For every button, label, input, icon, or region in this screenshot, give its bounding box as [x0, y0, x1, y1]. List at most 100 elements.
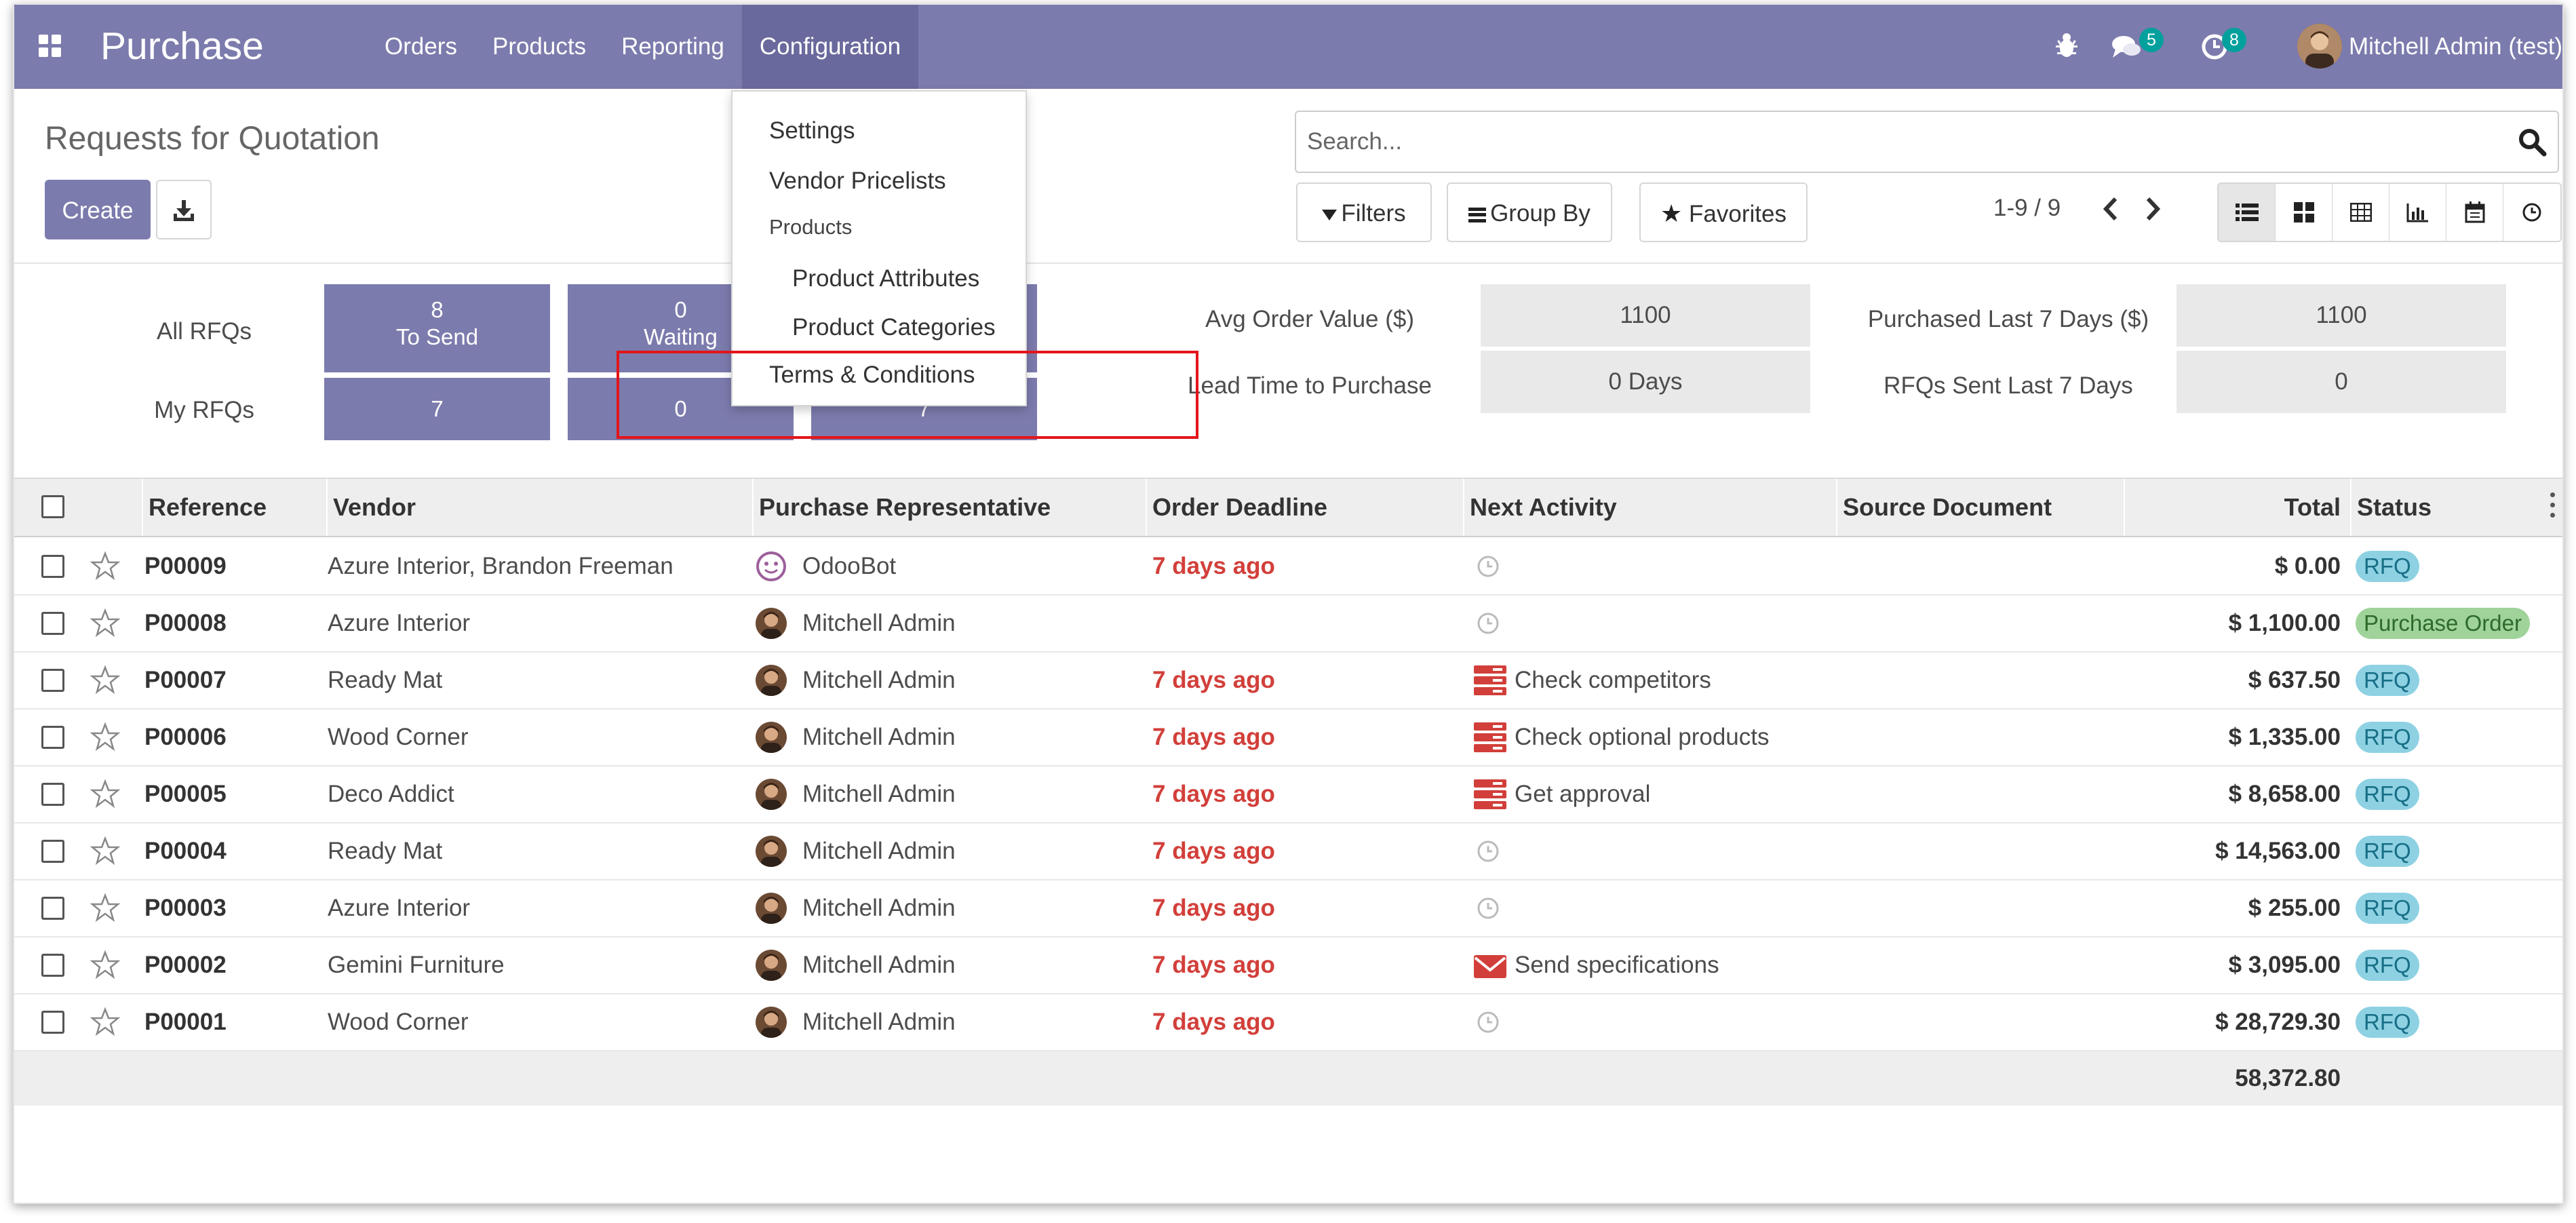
select-all-checkbox[interactable]: [41, 495, 64, 518]
row-checkbox[interactable]: [41, 840, 64, 863]
table-row[interactable]: P00006 Wood Corner Mitchell Admin 7 days ag…: [14, 710, 2562, 766]
filters-button[interactable]: Filters: [1296, 182, 1432, 242]
row-checkbox[interactable]: [41, 612, 64, 635]
col-status[interactable]: Status: [2350, 479, 2554, 536]
grand-total: 58,372.80: [2235, 1065, 2341, 1091]
star-outline-icon[interactable]: [90, 836, 121, 866]
download-button[interactable]: [156, 180, 212, 239]
user-avatar-icon: [756, 893, 787, 924]
star-outline-icon[interactable]: [90, 779, 121, 809]
pager-previous-icon[interactable]: [2096, 192, 2126, 226]
col-reference[interactable]: Reference: [142, 479, 326, 536]
envelope-icon[interactable]: [1474, 952, 1506, 982]
main-menu: Orders Products Reporting Configuration: [367, 5, 919, 89]
activity-view-button[interactable]: [2503, 184, 2560, 241]
table-row[interactable]: P00004 Ready Mat Mitchell Admin 7 days ago $…: [14, 823, 2562, 880]
table-row[interactable]: P00005 Deco Addict Mitchell Admin 7 days ag…: [14, 766, 2562, 823]
star-outline-icon[interactable]: [90, 893, 121, 923]
user-avatar[interactable]: [2297, 24, 2342, 69]
status-badge: RFQ: [2356, 722, 2419, 753]
column-options-icon[interactable]: [2550, 492, 2557, 522]
menu-orders[interactable]: Orders: [367, 5, 475, 89]
table-row[interactable]: P00003 Azure Interior Mitchell Admin 7 days…: [14, 880, 2562, 937]
row-checkbox[interactable]: [41, 726, 64, 749]
create-button[interactable]: Create: [45, 180, 151, 239]
app-switcher-icon[interactable]: [39, 35, 62, 58]
pager-value[interactable]: 1-9 / 9: [1993, 195, 2061, 222]
breadcrumb: Requests for Quotation: [45, 121, 380, 157]
cell-order-deadline: 7 days ago: [1152, 553, 1275, 579]
tile-my-to-send[interactable]: 7: [324, 378, 550, 440]
server-icon[interactable]: [1474, 665, 1506, 695]
menu-product-attributes[interactable]: Product Attributes: [792, 265, 979, 292]
menu-reporting[interactable]: Reporting: [604, 5, 742, 89]
pivot-view-button[interactable]: [2333, 184, 2389, 241]
cell-next-activity[interactable]: Send specifications: [1515, 937, 1719, 993]
pager-next-icon[interactable]: [2137, 192, 2167, 226]
calendar-icon: [2465, 201, 2484, 223]
star-outline-icon[interactable]: [90, 551, 121, 581]
user-avatar-icon: [756, 665, 787, 696]
server-icon[interactable]: [1474, 779, 1506, 809]
cell-vendor: Azure Interior: [328, 610, 471, 636]
cell-vendor: Wood Corner: [328, 1009, 469, 1035]
menu-products[interactable]: Products: [475, 5, 604, 89]
col-next-activity[interactable]: Next Activity: [1463, 479, 1836, 536]
control-panel-divider: [14, 263, 2562, 264]
calendar-view-button[interactable]: [2446, 184, 2503, 241]
star-outline-icon[interactable]: [90, 1007, 121, 1036]
favorites-button[interactable]: ★ Favorites: [1639, 182, 1808, 242]
col-source-document[interactable]: Source Document: [1836, 479, 2124, 536]
row-checkbox[interactable]: [41, 555, 64, 578]
search-input[interactable]: [1296, 112, 2510, 172]
table-row[interactable]: P00007 Ready Mat Mitchell Admin 7 days ago C…: [14, 653, 2562, 710]
debug-bug-icon[interactable]: [2053, 5, 2080, 89]
search-icon[interactable]: [2516, 125, 2548, 158]
user-menu[interactable]: Mitchell Admin (test): [2349, 5, 2562, 89]
star-outline-icon[interactable]: [90, 665, 121, 695]
cell-reference: P00003: [144, 895, 227, 921]
cell-next-activity[interactable]: Check competitors: [1515, 653, 1711, 708]
col-total[interactable]: Total: [2124, 479, 2350, 536]
tile-to-send[interactable]: 8 To Send: [324, 284, 550, 372]
cell-order-deadline: 7 days ago: [1152, 952, 1275, 978]
server-icon[interactable]: [1474, 722, 1506, 752]
table-row[interactable]: P00001 Wood Corner Mitchell Admin 7 days ag…: [14, 994, 2562, 1051]
table-row[interactable]: P00002 Gemini Furniture Mitchell Admin 7 da…: [14, 937, 2562, 994]
col-vendor[interactable]: Vendor: [326, 479, 752, 536]
clock-icon[interactable]: [1475, 895, 1501, 921]
clock-icon[interactable]: [1475, 610, 1501, 636]
star-outline-icon[interactable]: [90, 722, 121, 752]
cell-next-activity[interactable]: Get approval: [1515, 766, 1650, 822]
col-order-deadline[interactable]: Order Deadline: [1146, 479, 1463, 536]
activities-badge: 8: [2222, 28, 2246, 52]
graph-view-button[interactable]: [2389, 184, 2446, 241]
row-checkbox[interactable]: [41, 1011, 64, 1034]
clock-icon[interactable]: [1475, 1009, 1501, 1035]
clock-icon[interactable]: [1475, 554, 1501, 579]
table-row[interactable]: P00009 Azure Interior, Brandon Freeman Odo…: [14, 539, 2562, 596]
table-row[interactable]: P00008 Azure Interior Mitchell Admin $ 1,10…: [14, 596, 2562, 653]
list-view-button[interactable]: [2219, 184, 2276, 241]
clock-icon[interactable]: [1475, 838, 1501, 864]
col-purchase-representative[interactable]: Purchase Representative: [752, 479, 1146, 536]
menu-settings[interactable]: Settings: [769, 117, 855, 144]
cell-vendor: Ready Mat: [328, 838, 443, 864]
app-brand[interactable]: Purchase: [100, 24, 264, 69]
user-avatar-icon: [756, 836, 787, 867]
cell-reference: P00006: [144, 724, 227, 750]
star-outline-icon[interactable]: [90, 950, 121, 979]
group-by-button[interactable]: Group By: [1447, 182, 1612, 242]
kpi-purchased-value: 1100: [2177, 284, 2506, 347]
star-outline-icon[interactable]: [90, 608, 121, 638]
messages-icon[interactable]: [2110, 5, 2144, 89]
row-checkbox[interactable]: [41, 897, 64, 920]
menu-vendor-pricelists[interactable]: Vendor Pricelists: [769, 168, 946, 195]
cell-next-activity[interactable]: Check optional products: [1515, 710, 1770, 765]
row-checkbox[interactable]: [41, 954, 64, 977]
kanban-view-button[interactable]: [2276, 184, 2333, 241]
menu-product-categories[interactable]: Product Categories: [792, 314, 996, 341]
row-checkbox[interactable]: [41, 783, 64, 806]
row-checkbox[interactable]: [41, 669, 64, 692]
menu-configuration[interactable]: Configuration: [741, 5, 919, 89]
